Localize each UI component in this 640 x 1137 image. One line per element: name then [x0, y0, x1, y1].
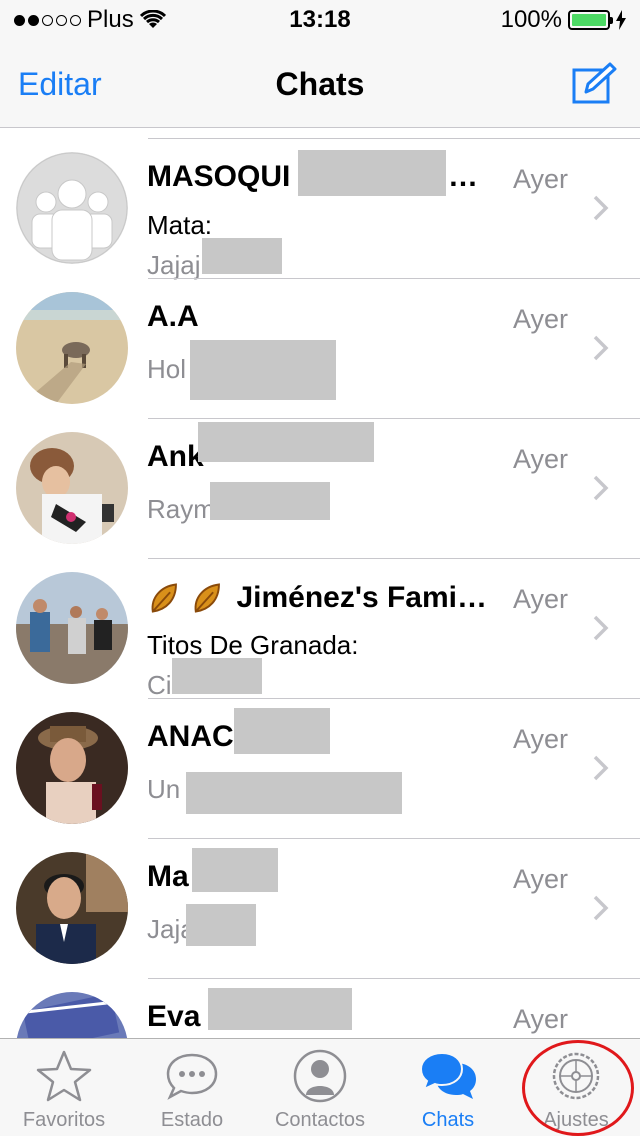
chat-time: Ayer [512, 724, 568, 754]
tab-estado[interactable]: Estado [128, 1039, 256, 1137]
tab-contactos[interactable]: Contactos [256, 1039, 384, 1137]
person-icon [293, 1049, 347, 1103]
row-divider [148, 978, 640, 979]
chat-preview: Raym [147, 494, 215, 524]
chat-time: Ayer [512, 164, 568, 194]
chat-row[interactable]: Ank Ayer Raym [0, 418, 640, 558]
group-avatar-icon [16, 152, 128, 264]
chat-sender: Mata: [147, 210, 213, 240]
chat-preview: Un [147, 774, 181, 804]
chat-row[interactable]: Jiménez's Fami… Ayer Titos De Granada: C… [0, 558, 640, 700]
contact-avatar [16, 852, 128, 964]
contact-avatar [16, 292, 128, 404]
tab-favoritos[interactable]: Favoritos [0, 1039, 128, 1137]
redaction-block [208, 988, 352, 1030]
row-divider [148, 838, 640, 839]
redaction-block [210, 482, 330, 520]
battery-status: 100% [501, 6, 626, 34]
speech-bubble-icon [166, 1053, 218, 1100]
chat-time: Ayer [512, 304, 568, 334]
chat-row[interactable]: ANAC Ayer Un [0, 698, 640, 838]
tab-chats[interactable]: Chats [384, 1039, 512, 1137]
navigation-bar: Editar Chats [0, 40, 640, 128]
contact-avatar [16, 992, 128, 1038]
redaction-block [234, 708, 330, 754]
compose-icon[interactable] [570, 62, 618, 106]
battery-icon [568, 10, 613, 30]
tab-bar: Favoritos Estado Contactos Chats Ajustes [0, 1038, 640, 1136]
row-divider [148, 558, 640, 559]
chat-row[interactable]: MASOQUI … Ayer Mata: Jajaj [0, 138, 640, 280]
charging-bolt-icon [616, 10, 626, 30]
page-title: Chats [275, 66, 365, 102]
chat-name: A.A [147, 300, 199, 333]
redaction-block [298, 150, 446, 196]
redaction-block [186, 904, 256, 946]
tab-label: Ajustes [543, 1109, 609, 1131]
row-divider [148, 418, 640, 419]
group-avatar [16, 572, 128, 684]
chat-preview: Hol [147, 354, 187, 384]
star-icon [36, 1050, 92, 1102]
chat-row[interactable]: Ma Ayer Jaja [0, 838, 640, 978]
chat-time: Ayer [512, 1004, 568, 1034]
battery-percent: 100% [500, 6, 562, 33]
chevron-right-icon [593, 895, 609, 921]
chevron-right-icon [593, 615, 609, 641]
redaction-block [202, 238, 282, 274]
row-divider [148, 138, 640, 139]
chat-preview: Jajaj [147, 250, 201, 280]
chevron-right-icon [593, 755, 609, 781]
contact-avatar [16, 432, 128, 544]
contact-avatar [16, 712, 128, 824]
chat-time: Ayer [512, 584, 568, 614]
tab-label: Chats [421, 1109, 475, 1131]
chevron-right-icon [593, 475, 609, 501]
chevron-right-icon [593, 335, 609, 361]
redaction-block [198, 422, 374, 462]
chat-bubbles-icon [419, 1051, 476, 1099]
tab-label: Contactos [274, 1109, 366, 1131]
chat-time: Ayer [512, 864, 568, 894]
row-divider [148, 698, 640, 699]
leaf-emoji-icon [151, 583, 177, 613]
row-divider [148, 278, 640, 279]
chat-row[interactable]: Eva Ayer [0, 978, 640, 1038]
tab-label: Estado [160, 1109, 224, 1131]
chat-time: Ayer [512, 444, 568, 474]
leaf-emoji-icon [194, 583, 220, 613]
chat-list: MASOQUI … Ayer Mata: Jajaj A.A Ayer Hol [0, 128, 640, 1038]
redaction-block [190, 340, 336, 400]
chat-name: Jiménez's Fami… [147, 580, 487, 616]
chat-name-ellipsis: … [448, 160, 478, 193]
chat-preview: Ci [147, 670, 172, 700]
redaction-block [192, 848, 278, 892]
status-bar: Plus 13:18 100% [0, 0, 640, 40]
gear-icon [552, 1052, 600, 1100]
chevron-right-icon [593, 195, 609, 221]
chat-sender: Titos De Granada: [147, 630, 359, 660]
tab-ajustes[interactable]: Ajustes [512, 1039, 640, 1137]
redaction-block [186, 772, 402, 814]
redaction-block [172, 658, 262, 694]
chat-row[interactable]: A.A Ayer Hol [0, 278, 640, 418]
tab-label: Favoritos [22, 1109, 106, 1131]
